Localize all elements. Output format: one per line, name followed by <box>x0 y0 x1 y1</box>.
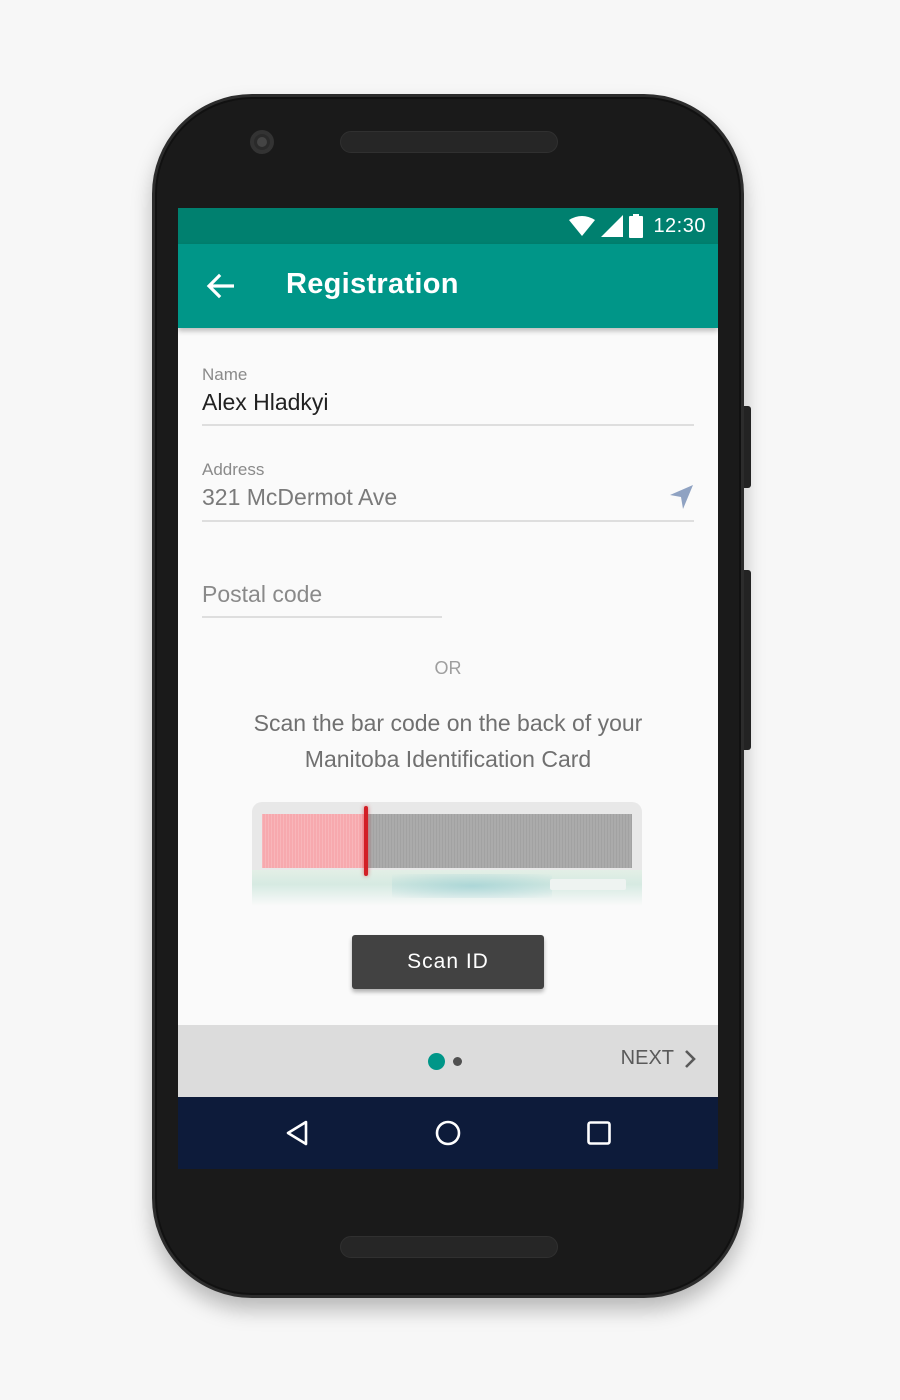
home-circle-icon <box>435 1120 461 1146</box>
arrow-back-icon <box>206 273 234 299</box>
app-bar: Registration <box>178 244 718 328</box>
address-label: Address <box>202 460 265 479</box>
next-button[interactable]: NEXT <box>621 1047 696 1070</box>
postal-code-underline <box>202 616 442 618</box>
status-time: 12:30 <box>653 214 706 237</box>
id-card-illustration <box>252 802 642 906</box>
address-underline <box>202 520 694 522</box>
page-title: Registration <box>286 268 459 300</box>
or-separator: OR <box>434 658 462 678</box>
name-field[interactable]: Alex Hladkyi <box>202 389 329 416</box>
scan-instruction-line1: Scan the bar code on the back of your <box>253 710 643 736</box>
card-tag <box>550 879 626 890</box>
volume-button <box>744 570 751 750</box>
status-icons: 12:30 <box>569 214 706 238</box>
chevron-right-icon <box>685 1049 696 1068</box>
page-indicator <box>428 1053 462 1070</box>
bottom-speaker <box>340 1236 558 1258</box>
nav-recents-button[interactable] <box>580 1115 618 1151</box>
scan-line <box>364 806 368 876</box>
wifi-icon <box>569 216 596 236</box>
front-camera <box>250 130 274 154</box>
name-label: Name <box>202 365 248 384</box>
next-label: NEXT <box>620 1047 674 1069</box>
nav-back-button[interactable] <box>278 1115 316 1151</box>
name-underline <box>202 424 694 426</box>
address-field[interactable]: 321 McDermot Ave <box>202 484 397 511</box>
recents-square-icon <box>587 1121 611 1145</box>
back-button[interactable] <box>200 266 240 306</box>
page-dot <box>453 1057 462 1066</box>
top-speaker <box>340 131 558 153</box>
page-dot-active <box>428 1053 445 1070</box>
battery-icon <box>629 214 644 238</box>
pager-bar: NEXT <box>178 1025 718 1097</box>
system-nav-bar <box>178 1097 718 1169</box>
scan-instruction: Scan the bar code on the back of your Ma… <box>218 705 678 777</box>
postal-code-input[interactable]: Postal code <box>202 581 322 608</box>
back-triangle-icon <box>286 1120 308 1146</box>
signal-icon <box>601 215 624 237</box>
power-button <box>744 406 751 488</box>
scan-id-button[interactable]: Scan ID <box>352 935 544 989</box>
location-arrow-icon[interactable] <box>669 484 695 510</box>
nav-home-button[interactable] <box>429 1115 467 1151</box>
phone-screen: 12:30 Registration Name Alex Hladkyi Add… <box>178 208 718 1169</box>
scan-instruction-line2: Manitoba Identification Card <box>304 746 592 772</box>
status-bar: 12:30 <box>178 208 718 244</box>
barcode-scanned-region <box>262 814 366 868</box>
